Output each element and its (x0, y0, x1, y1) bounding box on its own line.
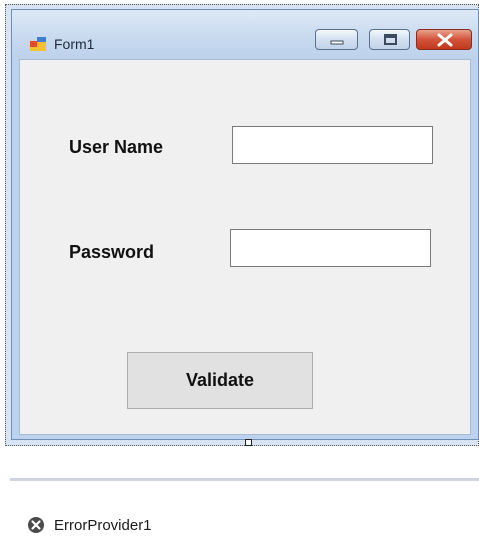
minimize-icon (330, 40, 344, 45)
password-label: Password (69, 242, 155, 262)
maximize-button[interactable] (369, 29, 410, 50)
username-label: User Name (69, 137, 164, 157)
close-icon (437, 33, 453, 47)
form-client-area: User Name Password Validate (19, 59, 471, 435)
close-button[interactable] (416, 29, 472, 50)
password-input[interactable] (230, 229, 431, 267)
form-window[interactable]: Form1 User Name Password Validate (11, 9, 479, 440)
winform-icon (30, 36, 46, 51)
username-input[interactable] (232, 126, 433, 164)
minimize-button[interactable] (315, 29, 358, 50)
error-provider-icon (27, 516, 45, 534)
maximize-icon (384, 34, 397, 45)
title-bar[interactable]: Form1 (12, 10, 478, 59)
error-provider-label: ErrorProvider1 (54, 517, 152, 534)
component-tray-divider (10, 478, 479, 481)
form-resize-handle[interactable] (245, 439, 252, 446)
window-title: Form1 (54, 36, 95, 52)
validate-button[interactable]: Validate (127, 352, 313, 409)
